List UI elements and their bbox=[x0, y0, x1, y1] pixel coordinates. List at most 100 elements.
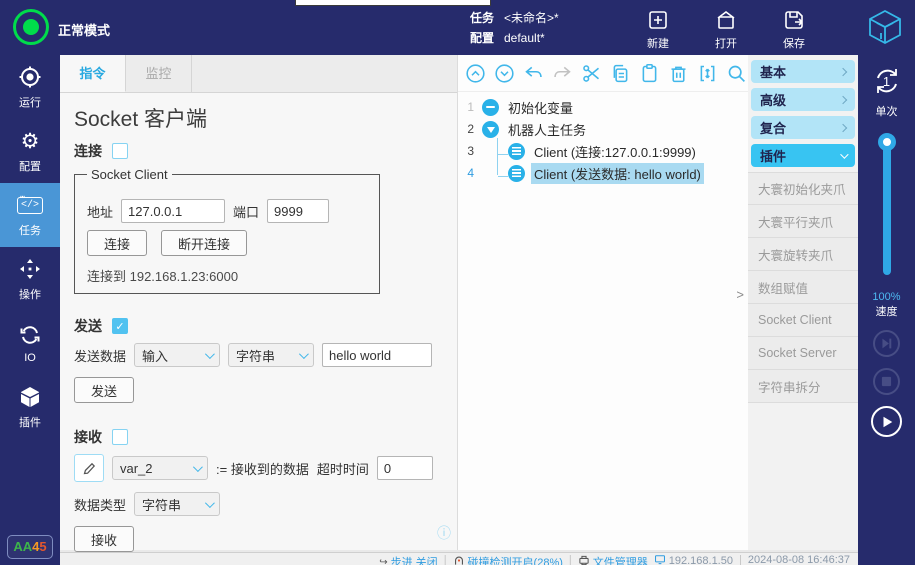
tree-toolbar bbox=[458, 55, 748, 91]
open-task-button[interactable]: 打开 bbox=[700, 8, 752, 51]
sidebar-item-config[interactable]: ⚙ 配置 bbox=[0, 119, 60, 183]
send-type-select[interactable]: 字符串 bbox=[228, 343, 314, 367]
robot-status-indicator bbox=[13, 9, 49, 45]
palette-item-array-assign[interactable]: 数组赋值 bbox=[748, 271, 858, 304]
step-arrow-icon: ↪ bbox=[379, 557, 387, 565]
palette-item-socket-server[interactable]: Socket Server bbox=[748, 337, 858, 370]
connect-button[interactable]: 连接 bbox=[87, 230, 147, 256]
tab-monitor[interactable]: 监控 bbox=[126, 55, 192, 92]
coordinate-badge[interactable]: AA45 bbox=[7, 535, 53, 559]
step-mode-text: 步进 关闭 bbox=[391, 554, 438, 565]
receive-checkbox[interactable] bbox=[112, 429, 128, 445]
palette-item-dh-init-gripper[interactable]: 大寰初始化夹爪 bbox=[748, 172, 858, 205]
disconnect-button[interactable]: 断开连接 bbox=[161, 230, 247, 256]
category-composite-button[interactable]: 复合 bbox=[751, 116, 855, 139]
loop-once-icon[interactable]: 1 bbox=[871, 65, 903, 100]
send-source-select[interactable]: 输入 bbox=[134, 343, 220, 367]
play-button[interactable] bbox=[871, 406, 902, 437]
address-input[interactable] bbox=[121, 199, 225, 223]
tree-row-init-vars[interactable]: 1 初始化变量 bbox=[458, 96, 748, 118]
sidebar-item-label: IO bbox=[24, 352, 36, 364]
tree-row-client-connect[interactable]: 3 Client (连接:127.0.0.1:9999) bbox=[458, 140, 748, 162]
run-mode-label: 单次 bbox=[876, 103, 898, 119]
minus-circle-icon[interactable] bbox=[482, 99, 499, 116]
receive-var-select[interactable]: var_2 bbox=[112, 456, 208, 480]
connect-checkbox[interactable] bbox=[112, 143, 128, 159]
palette-item-dh-rotary-gripper[interactable]: 大寰旋转夹爪 bbox=[748, 238, 858, 271]
sidebar-item-plugin[interactable]: 插件 bbox=[0, 375, 60, 439]
palette-item-dh-parallel-gripper[interactable]: 大寰平行夹爪 bbox=[748, 205, 858, 238]
redo-icon[interactable] bbox=[551, 62, 573, 84]
panel-expander-chevron[interactable]: > bbox=[736, 287, 744, 302]
speed-slider-knob[interactable] bbox=[878, 133, 896, 151]
sidebar-item-run[interactable]: 运行 bbox=[0, 55, 60, 119]
palette-item-socket-client[interactable]: Socket Client bbox=[748, 304, 858, 337]
copy-icon[interactable] bbox=[609, 62, 631, 84]
search-icon[interactable] bbox=[725, 62, 747, 84]
timeout-input[interactable] bbox=[377, 456, 433, 480]
edit-variable-button[interactable] bbox=[74, 454, 104, 482]
line-number: 4 bbox=[458, 166, 474, 180]
line-number: 1 bbox=[458, 100, 474, 114]
category-advanced-button[interactable]: 高级 bbox=[751, 88, 855, 111]
collision-detect-status[interactable]: 碰撞检测开启(28%) bbox=[453, 554, 563, 565]
speed-slider[interactable] bbox=[858, 133, 915, 283]
run-control-sidebar: 1 单次 100% 速度 bbox=[858, 55, 915, 565]
palette-item-string-split[interactable]: 字符串拆分 bbox=[748, 370, 858, 403]
tab-command[interactable]: 指令 bbox=[60, 55, 126, 92]
speed-slider-track[interactable] bbox=[883, 141, 891, 275]
tree-node-label[interactable]: 机器人主任务 bbox=[505, 119, 589, 140]
file-manager-link[interactable]: 文件管理器 bbox=[578, 554, 648, 565]
tree-node-label[interactable]: Client (连接:127.0.0.1:9999) bbox=[531, 141, 699, 162]
receive-type-value: 字符串 bbox=[142, 495, 181, 514]
sidebar-item-label: 运行 bbox=[19, 94, 41, 110]
receive-type-select[interactable]: 字符串 bbox=[134, 492, 220, 516]
expand-all-icon[interactable] bbox=[493, 62, 515, 84]
cut-icon[interactable] bbox=[580, 62, 602, 84]
file-manager-text: 文件管理器 bbox=[593, 554, 648, 565]
step-button[interactable] bbox=[873, 330, 900, 357]
task-tree: 1 初始化变量 2 机器人主任务 3 Client (连接:127.0.0.1:… bbox=[458, 91, 748, 184]
mode-label: 正常模式 bbox=[58, 20, 110, 39]
sidebar-item-io[interactable]: IO bbox=[0, 311, 60, 375]
expanded-circle-icon[interactable] bbox=[482, 121, 499, 138]
speed-label: 速度 bbox=[876, 303, 898, 319]
command-circle-icon[interactable] bbox=[508, 143, 525, 160]
command-circle-icon[interactable] bbox=[508, 165, 525, 182]
instruction-palette: 基本 高级 复合 插件 大寰初始化夹爪 大寰平行夹爪 大寰旋转夹爪 数组赋值 S… bbox=[748, 55, 858, 550]
save-task-button[interactable]: 保存 bbox=[768, 8, 820, 51]
delete-icon[interactable] bbox=[667, 62, 689, 84]
new-task-button[interactable]: 新建 bbox=[632, 8, 684, 51]
step-mode-status[interactable]: ↪ 步进 关闭 bbox=[379, 554, 437, 565]
send-checkbox[interactable]: ✓ bbox=[112, 318, 128, 334]
category-plugin-button[interactable]: 插件 bbox=[751, 144, 855, 167]
chevron-right-icon bbox=[839, 123, 847, 131]
tree-row-client-send[interactable]: 4 Client (发送数据: hello world) bbox=[458, 162, 748, 184]
info-icon[interactable]: ⓘ bbox=[437, 523, 451, 543]
sidebar-item-operate[interactable]: 操作 bbox=[0, 247, 60, 311]
send-data-input[interactable] bbox=[322, 343, 432, 367]
tree-row-main-task[interactable]: 2 机器人主任务 bbox=[458, 118, 748, 140]
collapse-all-icon[interactable] bbox=[464, 62, 486, 84]
sidebar-item-task[interactable]: ⋯</> 任务 bbox=[0, 183, 60, 247]
separator: | bbox=[444, 554, 447, 565]
swap-lines-icon[interactable] bbox=[696, 62, 718, 84]
ip-status: 192.168.1.50 bbox=[654, 554, 733, 565]
badge-char: A bbox=[23, 539, 32, 554]
send-button[interactable]: 发送 bbox=[74, 377, 134, 403]
tree-node-label[interactable]: 初始化变量 bbox=[505, 97, 576, 118]
separator: | bbox=[739, 554, 742, 565]
category-basic-button[interactable]: 基本 bbox=[751, 60, 855, 83]
tree-node-label[interactable]: Client (发送数据: hello world) bbox=[531, 163, 704, 184]
gear-icon: ⚙ bbox=[21, 128, 40, 154]
port-input[interactable] bbox=[267, 199, 329, 223]
task-label: 任务 bbox=[470, 8, 504, 28]
plugin-instruction-list: 大寰初始化夹爪 大寰平行夹爪 大寰旋转夹爪 数组赋值 Socket Client… bbox=[748, 172, 858, 403]
stop-button[interactable] bbox=[873, 368, 900, 395]
socket-client-groupbox: Socket Client 地址 端口 连接 断开连接 连接到 192.168.… bbox=[74, 167, 380, 294]
collision-icon bbox=[453, 555, 465, 565]
undo-icon[interactable] bbox=[522, 62, 544, 84]
receive-button[interactable]: 接收 bbox=[74, 526, 134, 552]
io-cycle-icon bbox=[18, 322, 42, 348]
paste-icon[interactable] bbox=[638, 62, 660, 84]
